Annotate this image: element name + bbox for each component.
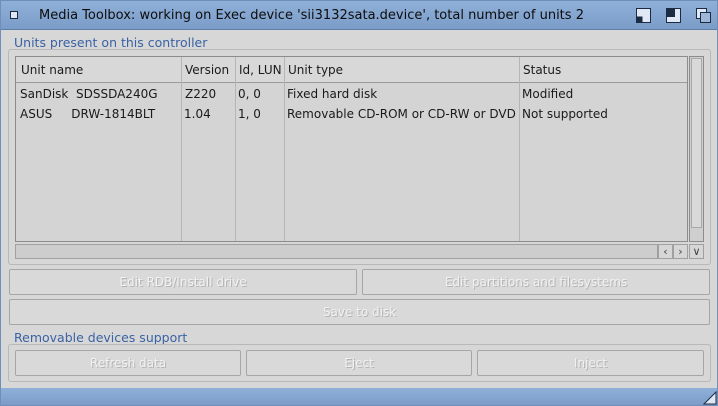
vertical-scroll-thumb[interactable]	[691, 58, 702, 228]
column-header-unit-type[interactable]: Unit type	[288, 63, 343, 77]
column-header-id-lun[interactable]: Id, LUN	[239, 63, 282, 77]
status-cell: Modified	[522, 87, 574, 101]
column-header-unit-name[interactable]: Unit name	[21, 63, 83, 77]
version-cell: 1.04	[184, 107, 211, 121]
unit-type-cell: Fixed hard disk	[287, 87, 378, 101]
refresh-data-button[interactable]: Refresh data	[15, 350, 241, 376]
inject-button[interactable]: Inject	[477, 350, 704, 376]
media-toolbox-window: Media Toolbox: working on Exec device 's…	[0, 0, 718, 406]
column-header-version[interactable]: Version	[185, 63, 229, 77]
table-row[interactable]: SanDisk SDSSDA240G Z220 0, 0 Fixed hard …	[16, 85, 687, 105]
eject-button[interactable]: Eject	[246, 350, 472, 376]
window-title: Media Toolbox: working on Exec device 's…	[39, 8, 584, 23]
id-lun-cell: 0, 0	[238, 87, 261, 101]
iconify-icon[interactable]	[635, 7, 652, 24]
table-row[interactable]: ASUS DRW-1814BLT 1.04 1, 0 Removable CD-…	[16, 105, 687, 125]
close-icon[interactable]	[7, 8, 21, 22]
edit-rdb-button[interactable]: Edit RDB/Install drive	[9, 269, 357, 295]
unit-name-cell: SanDisk SDSSDA240G	[20, 87, 158, 101]
units-list-header: Unit name Version Id, LUN Unit type Stat…	[16, 57, 687, 83]
status-cell: Not supported	[522, 107, 608, 121]
units-list[interactable]: Unit name Version Id, LUN Unit type Stat…	[15, 56, 688, 242]
unit-name-cell: ASUS DRW-1814BLT	[20, 107, 156, 121]
save-to-disk-button[interactable]: Save to disk	[9, 299, 710, 325]
title-bar[interactable]: Media Toolbox: working on Exec device 's…	[1, 1, 717, 30]
version-cell: Z220	[185, 87, 217, 101]
window-bottom-border	[1, 388, 717, 405]
removable-group-label: Removable devices support	[14, 330, 188, 345]
resize-grip-icon[interactable]	[702, 390, 717, 405]
horizontal-scrollbar[interactable]	[15, 244, 658, 259]
arrow-down-icon[interactable]: ∨	[689, 244, 704, 259]
zoom-icon[interactable]	[665, 7, 682, 24]
unit-type-cell: Removable CD-ROM or CD-RW or DVD	[287, 107, 516, 121]
id-lun-cell: 1, 0	[238, 107, 261, 121]
units-group-label: Units present on this controller	[14, 35, 208, 50]
arrow-left-icon[interactable]: ‹	[658, 244, 673, 259]
vertical-scrollbar[interactable]	[689, 56, 704, 242]
arrow-right-icon[interactable]: ›	[673, 244, 688, 259]
depth-icon[interactable]	[695, 7, 712, 24]
column-header-status[interactable]: Status	[523, 63, 561, 77]
edit-partitions-button[interactable]: Edit partitions and filesystems	[362, 269, 710, 295]
